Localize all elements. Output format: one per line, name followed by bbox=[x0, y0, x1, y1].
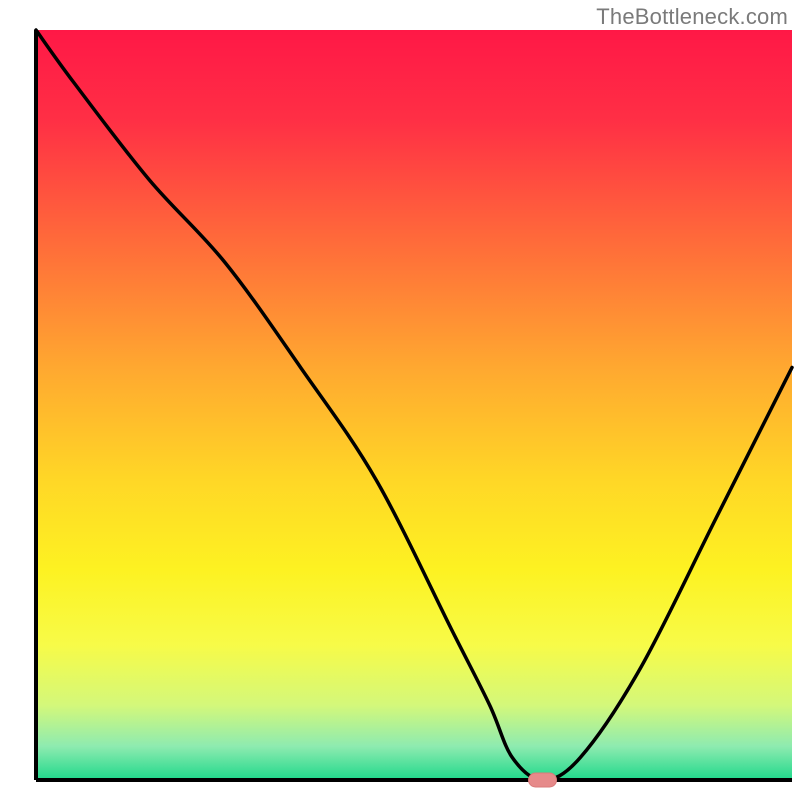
chart-svg bbox=[0, 0, 800, 800]
optimum-marker bbox=[529, 773, 557, 787]
bottleneck-chart: TheBottleneck.com bbox=[0, 0, 800, 800]
attribution-label: TheBottleneck.com bbox=[596, 4, 788, 30]
plot-background bbox=[36, 30, 792, 780]
